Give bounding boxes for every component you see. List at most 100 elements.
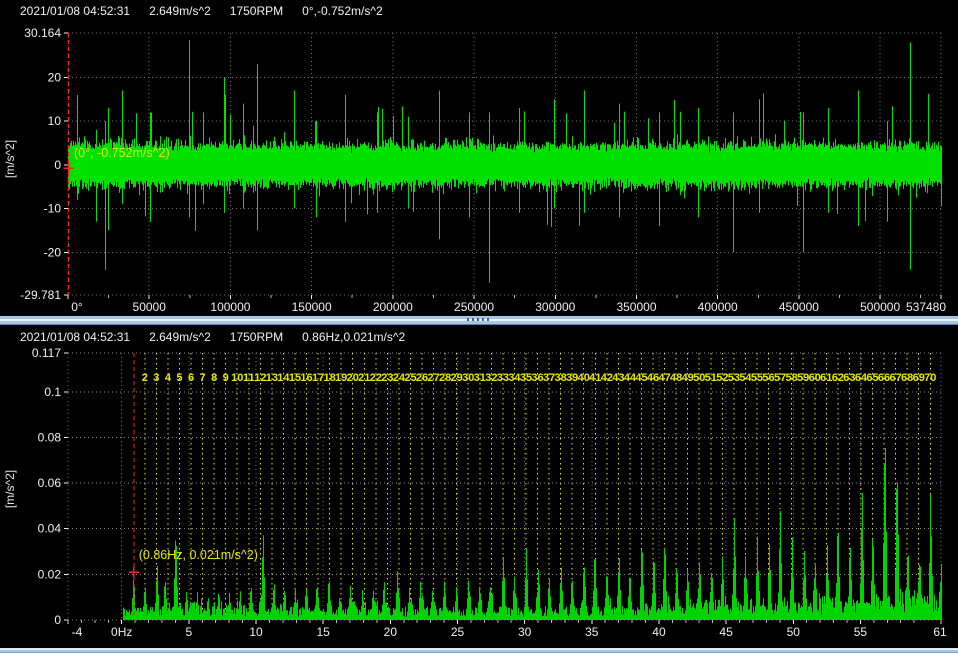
waveform-trace (69, 40, 942, 282)
y-tick-label: 20 (48, 70, 62, 84)
harmonic-number-label: 43 (612, 372, 624, 384)
y-tick-label: 0.1 (44, 385, 61, 399)
waveform-cursor-annotation: (0°, -0.752m/s^2) (74, 146, 170, 160)
y-tick-label: 0 (54, 158, 61, 172)
waveform-chart-container: [m/s^2] 30.16420100-10-20-29.7810°500001… (2, 21, 956, 315)
x-tick-label: -4 (72, 625, 83, 639)
x-tick-label: 45 (719, 625, 733, 639)
harmonic-number-label: 25 (404, 372, 416, 384)
harmonic-number-label: 4 (165, 372, 172, 384)
harmonic-number-label: 45 (635, 372, 647, 384)
harmonic-number-label: 33 (497, 372, 509, 384)
y-tick-label: 0.117 (32, 347, 61, 360)
splitter-grip-icon[interactable] (467, 318, 491, 321)
spectrum-header: 2021/01/08 04:52:31 2.649m/s^2 1750RPM 0… (2, 327, 956, 347)
x-tick-label: 50000 (133, 300, 167, 314)
spectrum-cursor-readout: 0.86Hz,0.021m/s^2 (302, 330, 405, 344)
waveform-datetime: 2021/01/08 04:52:31 (20, 4, 130, 18)
harmonic-number-label: 60 (809, 372, 821, 384)
harmonic-number-label: 3 (153, 372, 159, 384)
spectrum-cursor[interactable] (129, 353, 139, 620)
harmonic-number-label: 28 (439, 372, 451, 384)
harmonic-number-label: 26 (416, 372, 428, 384)
waveform-overall-amplitude: 2.649m/s^2 (149, 4, 211, 18)
harmonic-number-label: 46 (647, 372, 659, 384)
harmonic-number-label: 63 (843, 372, 855, 384)
x-tick-label: 0Hz (111, 625, 132, 639)
spectrum-panel: 2021/01/08 04:52:31 2.649m/s^2 1750RPM 0… (2, 327, 956, 648)
x-tick-label: 10 (249, 625, 263, 639)
vibration-analyzer-window: 2021/01/08 04:52:31 2.649m/s^2 1750RPM 0… (0, 0, 958, 653)
harmonic-number-label: 27 (427, 372, 439, 384)
harmonic-number-label: 32 (485, 372, 497, 384)
harmonic-number-label: 17 (312, 372, 324, 384)
x-tick-label: 20 (384, 625, 398, 639)
x-tick-label: 15 (317, 625, 331, 639)
panel-splitter[interactable] (0, 315, 958, 327)
harmonic-number-label: 7 (200, 372, 206, 384)
harmonic-number-label: 11 (243, 372, 255, 384)
harmonic-number-label: 6 (188, 372, 194, 384)
x-tick-label: 61 (933, 625, 947, 639)
y-tick-label: 0.06 (38, 476, 62, 490)
harmonic-number-label: 61 (820, 372, 832, 384)
harmonic-number-label: 30 (462, 372, 474, 384)
y-tick-label: -29.781 (20, 288, 61, 302)
x-tick-label: 500000 (860, 300, 900, 314)
harmonic-number-label: 10 (231, 372, 243, 384)
x-tick-label: 5 (186, 625, 193, 639)
harmonic-number-label: 20 (347, 372, 359, 384)
harmonic-number-label: 15 (289, 372, 301, 384)
harmonic-number-label: 16 (300, 372, 312, 384)
x-tick-label: 30 (518, 625, 532, 639)
harmonic-number-label: 70 (924, 372, 936, 384)
y-tick-label: 10 (48, 114, 62, 128)
y-tick-label: -20 (44, 245, 62, 259)
harmonic-number-label: 36 (531, 372, 543, 384)
spectrum-cursor-annotation: (0.86Hz, 0.021m/s^2) (139, 548, 258, 562)
waveform-header: 2021/01/08 04:52:31 2.649m/s^2 1750RPM 0… (2, 1, 956, 21)
harmonic-number-label: 67 (889, 372, 901, 384)
x-tick-label: 35 (585, 625, 599, 639)
harmonic-number-label: 65 (866, 372, 878, 384)
harmonic-number-label: 56 (762, 372, 774, 384)
spectrum-chart-container: [m/s^2] 0.1170.10.080.060.040.020-40Hz51… (2, 347, 956, 648)
harmonic-number-label: 66 (878, 372, 890, 384)
spectrum-plot-area[interactable]: 0.1170.10.080.060.040.020-40Hz5101520253… (2, 347, 956, 648)
harmonic-number-label: 59 (797, 372, 809, 384)
harmonic-number-labels: 2345678910111213141516171819202122232425… (142, 372, 937, 384)
harmonic-number-label: 2 (142, 372, 148, 384)
waveform-plot-area[interactable]: 30.16420100-10-20-29.7810°50000100000150… (2, 21, 956, 315)
y-tick-label: 0.02 (38, 567, 62, 581)
harmonic-number-label: 51 (705, 372, 717, 384)
harmonic-number-label: 9 (223, 372, 229, 384)
y-tick-label: 30.164 (24, 26, 61, 40)
x-tick-label: 350000 (616, 300, 656, 314)
harmonic-number-label: 13 (266, 372, 278, 384)
x-tick-label: 150000 (292, 300, 332, 314)
harmonic-number-label: 42 (601, 372, 613, 384)
waveform-cursor-readout: 0°,-0.752m/s^2 (302, 4, 382, 18)
harmonic-number-label: 62 (832, 372, 844, 384)
y-tick-label: 0 (54, 613, 61, 627)
harmonic-number-label: 21 (358, 372, 370, 384)
x-tick-label: 55 (854, 625, 868, 639)
harmonic-number-label: 12 (254, 372, 266, 384)
harmonic-number-label: 29 (451, 372, 463, 384)
harmonic-number-label: 40 (578, 372, 590, 384)
x-tick-label: 50 (787, 625, 801, 639)
harmonic-number-label: 58 (786, 372, 798, 384)
harmonic-number-label: 39 (566, 372, 578, 384)
harmonic-number-label: 48 (670, 372, 682, 384)
x-tick-label: 450000 (779, 300, 819, 314)
harmonic-number-label: 69 (913, 372, 925, 384)
y-tick-label: -10 (44, 202, 62, 216)
harmonic-number-label: 31 (474, 372, 486, 384)
spectrum-rpm: 1750RPM (230, 330, 283, 344)
harmonic-number-label: 8 (211, 372, 217, 384)
harmonic-number-label: 23 (381, 372, 393, 384)
harmonic-number-label: 19 (335, 372, 347, 384)
spectrum-overall-amplitude: 2.649m/s^2 (149, 330, 211, 344)
harmonic-number-label: 53 (728, 372, 740, 384)
harmonic-number-label: 49 (682, 372, 694, 384)
